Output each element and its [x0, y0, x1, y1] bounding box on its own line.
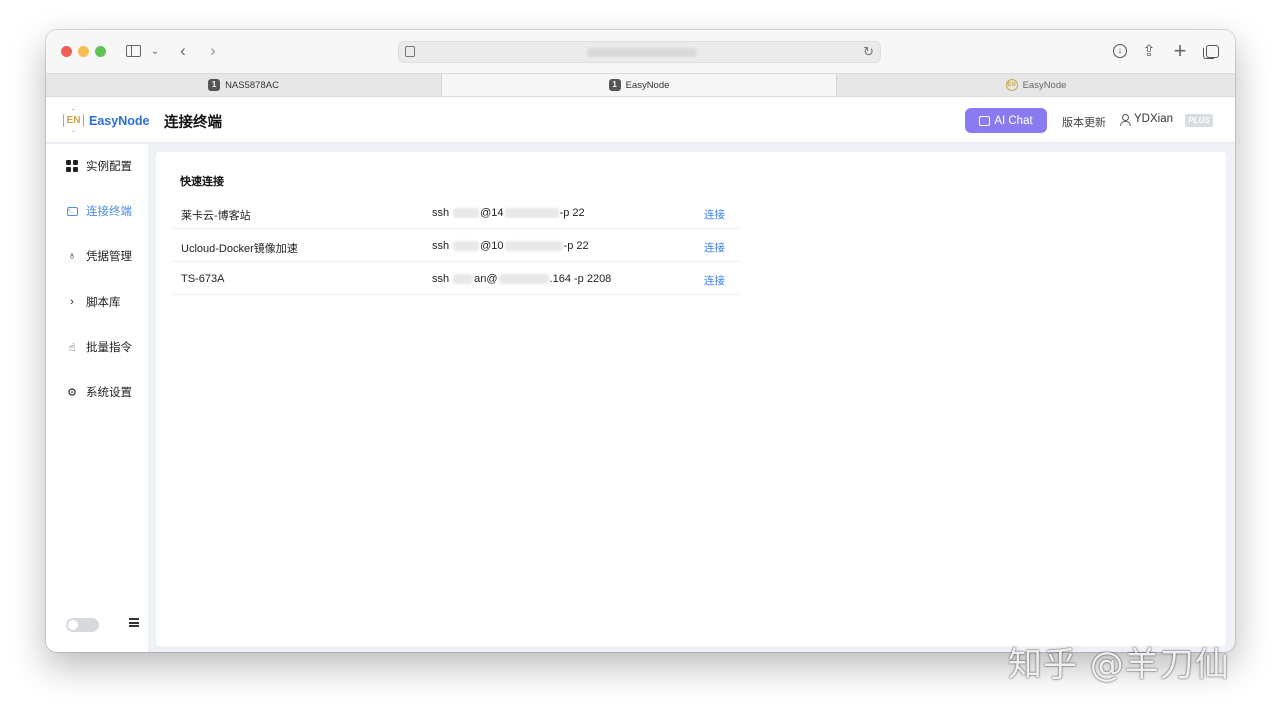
redacted-text: [504, 241, 563, 251]
sidebar-item-scripts[interactable]: › 脚本库: [66, 292, 121, 312]
tab-label: EasyNode: [625, 79, 670, 91]
quick-connect-row: Ucloud-Docker镜像加速 ssh @10 -p 22 连接: [172, 230, 740, 262]
user-menu[interactable]: YDXian: [1120, 113, 1173, 126]
logo-text: EasyNode: [89, 113, 150, 128]
tab-favicon-icon: 1: [208, 79, 221, 91]
redacted-text: [453, 274, 474, 284]
ssh-command: ssh @10 -p 22: [432, 240, 589, 252]
redacted-text: [453, 208, 480, 218]
sidebar-item-label: 实例配置: [86, 161, 132, 173]
sidebar-item-instances[interactable]: 实例配置: [66, 156, 132, 176]
redacted-text: [504, 208, 559, 218]
redacted-url: [587, 48, 697, 57]
section-title: 快速连接: [180, 176, 224, 188]
ssh-command: ssh @14 -p 22: [432, 207, 585, 219]
download-icon[interactable]: ↓: [1112, 40, 1128, 62]
cmd-prefix: ssh: [432, 273, 450, 285]
tab-overview-icon[interactable]: [1202, 40, 1221, 62]
minimize-window-button[interactable]: [78, 46, 89, 57]
cmd-suffix: -p 22: [559, 207, 585, 219]
sidebar-item-credentials[interactable]: ♁ 凭据管理: [66, 246, 132, 266]
sidebar-item-label: 批量指令: [86, 342, 132, 354]
logo[interactable]: EN EasyNode: [63, 109, 150, 132]
sidebar-item-settings[interactable]: ⚙ 系统设置: [66, 382, 132, 402]
chevron-right-icon: ›: [70, 296, 74, 308]
app-root: EN EasyNode 连接终端 AI Chat 版本更新 YDXian PLU…: [46, 97, 1235, 652]
version-update-link[interactable]: 版本更新: [1062, 114, 1106, 130]
tab-favicon-icon: 1: [608, 79, 621, 91]
connect-link[interactable]: 连接: [704, 240, 725, 255]
sidebar-item-label: 凭据管理: [86, 251, 132, 263]
redacted-text: [453, 241, 480, 251]
ai-chat-label: AI Chat: [994, 114, 1033, 127]
app-header: EN EasyNode 连接终端 AI Chat 版本更新 YDXian PLU…: [46, 97, 1235, 143]
browser-tab[interactable]: 1 NAS5878AC: [46, 74, 441, 96]
sidebar-item-batch[interactable]: ☝ 批量指令: [66, 337, 132, 357]
cmd-suffix: .164 -p 2208: [549, 273, 612, 285]
username: YDXian: [1134, 113, 1173, 125]
theme-toggle[interactable]: [66, 618, 99, 632]
browser-toolbar: ⌄ ‹ › ↻ ↓ ⇪ +: [46, 30, 1235, 73]
grid-icon: [66, 160, 78, 172]
tab-label: EasyNode: [1022, 79, 1067, 91]
browser-tab[interactable]: EN EasyNode: [837, 74, 1235, 96]
ai-chat-button[interactable]: AI Chat: [965, 108, 1047, 133]
terminal-icon: >_: [66, 205, 78, 217]
new-tab-icon[interactable]: +: [1172, 38, 1188, 63]
browser-tab-active[interactable]: 1 EasyNode: [441, 74, 837, 96]
logo-icon: EN: [63, 109, 84, 132]
tab-bar: 1 NAS5878AC 1 EasyNode EN EasyNode: [46, 73, 1235, 97]
host-name: TS-673A: [181, 273, 225, 285]
ssh-command: ssh an@ .164 -p 2208: [432, 273, 611, 285]
user-icon: [1120, 113, 1131, 126]
cmd-mid: an@: [474, 273, 498, 285]
host-name: 莱卡云-博客站: [181, 210, 251, 222]
back-icon[interactable]: ‹: [176, 40, 190, 62]
tab-favicon-icon: EN: [1005, 79, 1018, 91]
connect-link[interactable]: 连接: [704, 273, 725, 288]
chevron-down-icon[interactable]: ⌄: [150, 40, 160, 62]
plus-badge: PLUS: [1185, 114, 1213, 127]
cmd-mid: @14: [480, 207, 504, 219]
quick-connect-row: 莱卡云-博客站 ssh @14 -p 22 连接: [172, 197, 740, 229]
reload-icon[interactable]: ↻: [863, 44, 874, 60]
watermark: 知乎 @羊刀仙: [1008, 645, 1230, 685]
redacted-text: [498, 274, 549, 284]
sidebar-item-label: 系统设置: [86, 387, 132, 399]
close-window-button[interactable]: [61, 46, 72, 57]
sidebar-item-label: 连接终端: [86, 206, 132, 218]
page-icon: [405, 46, 415, 57]
chat-icon: [979, 115, 991, 126]
gear-icon: ⚙: [67, 386, 77, 399]
pointer-icon: ☝: [68, 341, 76, 354]
forward-icon[interactable]: ›: [206, 40, 220, 62]
sidebar-item-label: 脚本库: [86, 297, 121, 309]
cmd-suffix: -p 22: [563, 240, 589, 252]
browser-window: ⌄ ‹ › ↻ ↓ ⇪ + 1 NAS5878AC 1 EasyNode EN …: [46, 30, 1235, 652]
sidebar: 实例配置 >_ 连接终端 ♁ 凭据管理 › 脚本库 ☝ 批量指令 ⚙ 系统设置: [46, 144, 148, 652]
page-title: 连接终端: [164, 115, 222, 131]
key-icon: ♁: [67, 250, 77, 262]
host-name: Ucloud-Docker镜像加速: [181, 243, 298, 255]
quick-connect-row: TS-673A ssh an@ .164 -p 2208 连接: [172, 263, 740, 295]
address-bar[interactable]: ↻: [398, 41, 881, 63]
main-content: 快速连接 莱卡云-博客站 ssh @14 -p 22 连接 Ucloud-Doc…: [156, 152, 1226, 646]
cmd-prefix: ssh: [432, 207, 450, 219]
share-icon[interactable]: ⇪: [1141, 40, 1157, 62]
cmd-prefix: ssh: [432, 240, 450, 252]
zoom-window-button[interactable]: [95, 46, 106, 57]
connect-link[interactable]: 连接: [704, 207, 725, 222]
sidebar-toggle-icon[interactable]: [124, 40, 142, 62]
sidebar-item-terminal[interactable]: >_ 连接终端: [66, 201, 132, 221]
cmd-mid: @10: [480, 240, 504, 252]
tab-label: NAS5878AC: [225, 79, 279, 91]
menu-icon[interactable]: [129, 618, 139, 627]
